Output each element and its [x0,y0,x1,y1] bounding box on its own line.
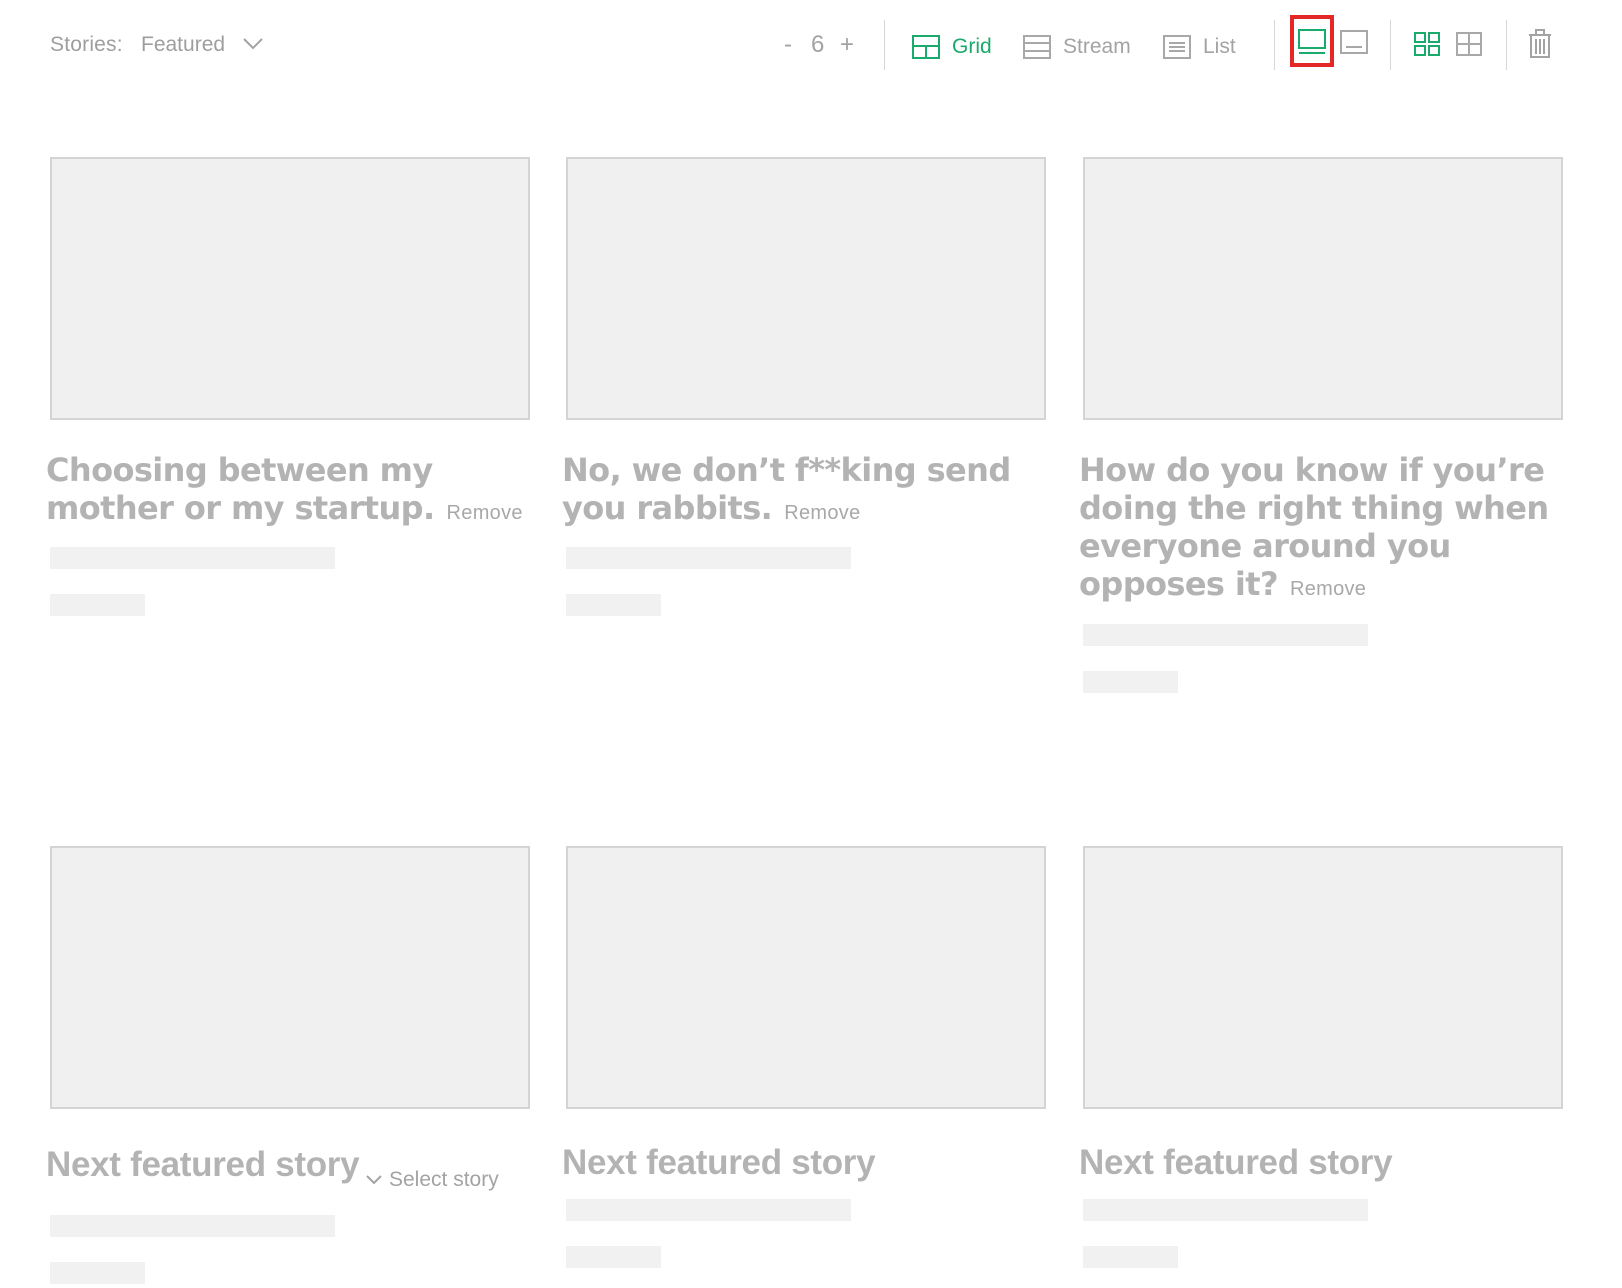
two-by-two-table-icon [1456,32,1482,56]
story-title: How do you know if you’re doing the righ… [1079,451,1559,608]
next-featured-story-title: Next featured story [46,1145,360,1184]
text-placeholder-bar [50,547,335,569]
divider [1506,20,1507,70]
chevron-down-icon[interactable] [242,36,264,52]
text-placeholder-bar [1083,1246,1178,1268]
remove-story-button[interactable]: Remove [784,502,860,524]
select-story-label: Select story [389,1168,499,1191]
increase-count-button[interactable]: + [840,31,854,59]
text-placeholder-bar [566,1246,661,1268]
divider [1390,20,1391,70]
story-count: 6 [811,31,825,58]
story-thumbnail [566,157,1046,420]
story-thumbnail [50,846,530,1109]
text-placeholder-bar [566,547,851,569]
grid-view-label: Grid [952,35,992,58]
image-below-button[interactable] [1340,30,1368,54]
text-placeholder-bar [566,1199,851,1221]
list-layout-icon [1163,35,1191,59]
story-thumbnail [1083,157,1563,420]
story-title: No, we don’t f**king send you rabbits. Re… [562,451,1042,532]
four-grid-button[interactable] [1414,32,1440,56]
decrease-count-button[interactable]: - [784,31,792,59]
stream-layout-icon [1023,35,1051,59]
two-by-two-table-button[interactable] [1456,32,1482,56]
next-featured-story-title: Next featured story [1079,1143,1393,1182]
list-view-button[interactable]: List [1163,30,1236,64]
text-placeholder-bar [50,1215,335,1237]
story-thumbnail [1083,846,1563,1109]
text-placeholder-bar [1083,671,1178,693]
stream-view-button[interactable]: Stream [1023,30,1131,64]
text-placeholder-bar [50,594,145,616]
story-title: Choosing between my mother or my startup… [46,451,526,532]
list-view-label: List [1203,35,1236,58]
grid-view-button[interactable]: Grid [912,30,992,64]
remove-story-button[interactable]: Remove [1290,578,1366,600]
story-title-text: Choosing between my mother or my startup… [46,451,435,527]
text-placeholder-bar [1083,1199,1368,1221]
story-thumbnail [50,157,530,420]
divider [884,20,885,70]
story-thumbnail [566,846,1046,1109]
stories-label: Stories: [50,33,123,56]
delete-button[interactable] [1528,29,1552,59]
text-placeholder-bar [50,1262,145,1284]
four-grid-icon [1414,32,1440,56]
stream-view-label: Stream [1063,35,1131,58]
toolbar: Stories: Featured - 6 + Grid Stream List [0,0,1622,100]
image-below-icon [1340,30,1368,54]
text-placeholder-bar [566,594,661,616]
select-story-button[interactable]: Select story [365,1168,499,1192]
remove-story-button[interactable]: Remove [447,502,523,524]
stories-filter-value[interactable]: Featured [141,33,225,57]
text-placeholder-bar [1083,624,1368,646]
chevron-down-icon [365,1168,389,1192]
trash-icon [1528,29,1552,59]
next-featured-story-title: Next featured story [562,1143,876,1182]
selection-highlight [1290,15,1334,67]
divider [1274,20,1275,70]
grid-layout-icon [912,35,940,59]
